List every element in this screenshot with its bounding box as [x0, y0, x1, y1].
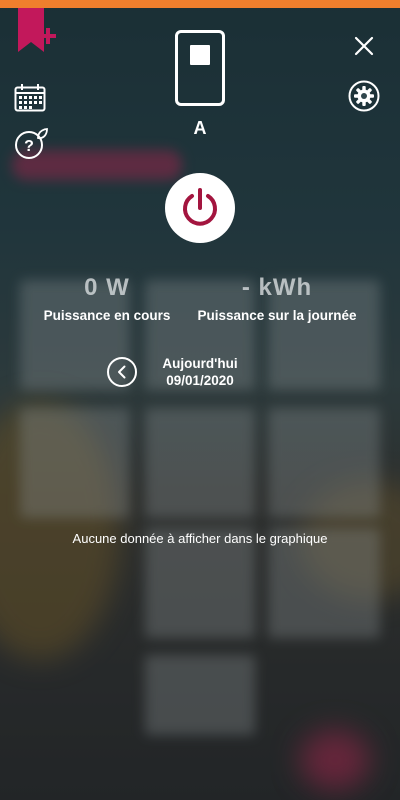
- date-value: 09/01/2020: [166, 373, 234, 388]
- current-power-value: 0 W: [84, 274, 130, 301]
- current-power-stat: 0 W Puissance en cours: [30, 274, 184, 323]
- daily-power-value: - kWh: [241, 274, 313, 301]
- device-switch-icon: [175, 30, 225, 106]
- chart-empty-message: Aucune donnée à afficher dans le graphiq…: [72, 531, 328, 546]
- daily-power-stat: - kWh Puissance sur la journée: [190, 274, 364, 323]
- previous-date-button[interactable]: [107, 357, 137, 387]
- date-day-label: Aujourd'hui: [162, 356, 238, 371]
- device-name: A: [193, 118, 207, 138]
- power-button[interactable]: [165, 173, 235, 243]
- svg-text:?: ?: [24, 138, 34, 155]
- bookmark-plus-icon[interactable]: [18, 8, 56, 52]
- current-power-label: Puissance en cours: [43, 308, 171, 323]
- status-accent-bar: [0, 0, 400, 8]
- daily-power-label: Puissance sur la journée: [197, 308, 357, 323]
- gear-icon[interactable]: [348, 80, 380, 112]
- chevron-left-icon: [118, 365, 126, 379]
- close-icon[interactable]: [352, 34, 376, 58]
- calendar-icon[interactable]: [14, 84, 46, 112]
- date-display: Aujourd'hui 09/01/2020: [150, 355, 250, 389]
- power-icon: [183, 188, 217, 226]
